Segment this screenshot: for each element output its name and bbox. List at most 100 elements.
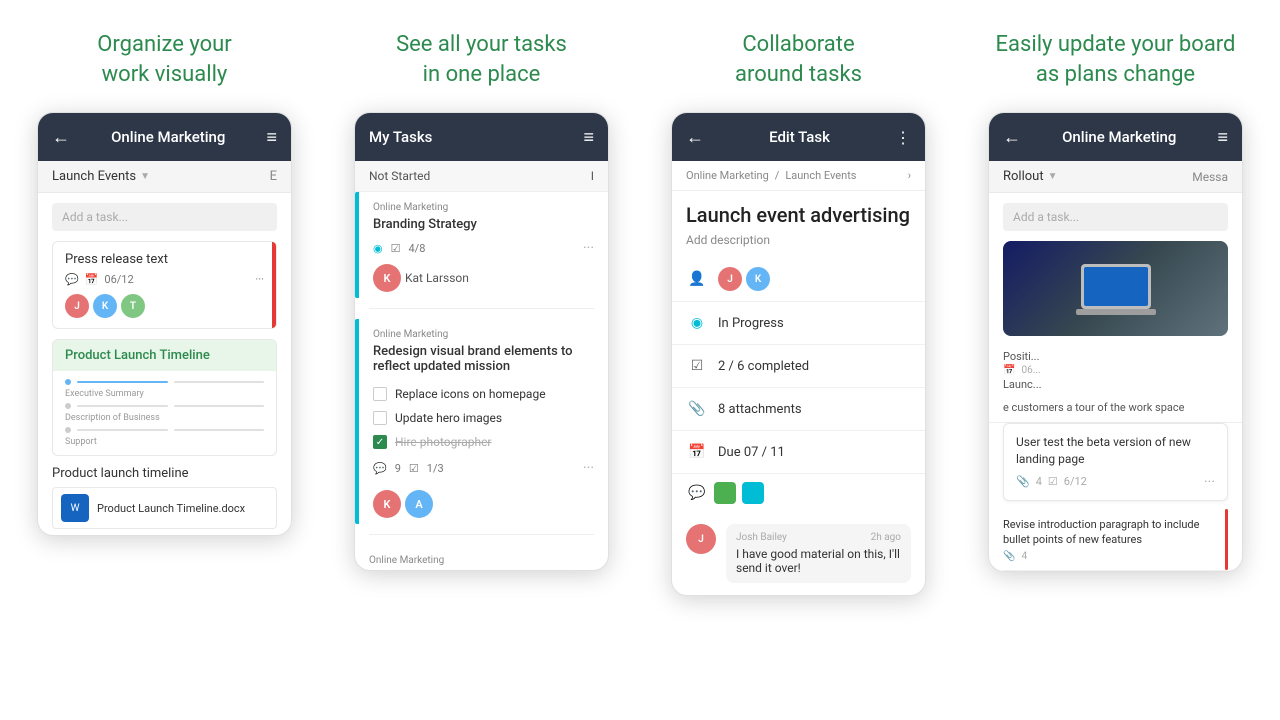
phone-collaborate-header: ← Edit Task ⋮ [672,113,925,161]
add-task-input[interactable]: Add a task... [52,203,277,231]
tl-label-1: Executive Summary [65,389,264,399]
not-started-header: Not Started I [355,161,608,192]
checkbox-3[interactable]: ✓ [373,435,387,449]
due-date-label: Due 07 / 11 [718,445,785,460]
comment-icon-2: 💬 [373,462,387,475]
position-label: Positi... [989,344,1242,365]
launch-event-title: Launch event advertising [672,191,925,231]
back-icon[interactable]: ← [52,127,70,148]
tl-row-1 [65,379,264,385]
redesign-avatar-2: A [405,490,433,518]
tl-label-3: Support [65,437,264,447]
redesign-task-row: Online Marketing Redesign visual brand e… [355,319,608,524]
page-wrapper: Organize your work visually ← Online Mar… [0,0,1280,720]
tl-line-3b [174,429,265,431]
feature-tasks: See all your tasks in one place My Tasks… [337,30,626,571]
launch-events-label[interactable]: Launch Events ▼ [52,169,150,184]
press-release-task[interactable]: Press release text 💬 📅 06/12 ··· J K T [52,241,277,329]
more-tasks: Online Marketing [355,545,608,566]
breadcrumb-sep: / [775,169,780,182]
comment-avatar: J [686,524,716,554]
redesign-task-name: Redesign visual brand elements to reflec… [373,344,594,374]
status-label: In Progress [718,316,784,331]
edit-task-title: Edit Task [769,128,830,146]
branding-task-row: Online Marketing Branding Strategy ◉ ☑ 4… [355,192,608,298]
phone-update-header: ← Online Marketing ≡ [989,113,1242,161]
subtask-1: Replace icons on homepage [373,382,594,406]
message-label: Messa [1192,170,1228,184]
subtask-list: Replace icons on homepage Update hero im… [359,382,608,454]
completed-label: 2 / 6 completed [718,359,809,374]
tl-line-2b [174,405,265,407]
tl-dot-3 [65,427,71,433]
update-menu-icon[interactable]: ≡ [1217,127,1228,148]
update-task-input[interactable]: Add a task... [1003,203,1228,231]
status-badge: In Progress [718,316,784,331]
tl-line-gray [174,381,265,383]
assignee-avatars: J K [718,267,770,291]
redesign-avatars: K A [359,490,608,518]
comment-item: J Josh Bailey 2h ago I have good materia… [686,524,911,583]
msg-count: 6/12 [1064,475,1087,488]
dots-icon[interactable]: ··· [255,273,264,286]
msg-title: User test the beta version of new landin… [1016,434,1215,468]
assignee-name: Kat Larsson [405,271,469,285]
subtask-label-2: Update hero images [395,411,502,425]
file-item[interactable]: W Product Launch Timeline.docx [52,487,277,529]
attachments-label: 8 attachments [718,402,802,417]
rollout-label[interactable]: Rollout ▼ [1003,169,1058,184]
subtask-meta: 💬 9 ☑ 1/3 [373,462,444,475]
back-icon-2[interactable]: ← [686,127,704,148]
msg-attachments: 4 [1036,475,1042,488]
phone-tasks: My Tasks ≡ Not Started I Online Marketin… [354,112,609,571]
branding-task-group: Online Marketing Branding Strategy ◉ ☑ 4… [359,192,608,298]
redesign-group: Online Marketing Redesign visual brand e… [359,319,608,524]
person-icon: 👤 [686,268,708,290]
calendar-icon-2: 📅 [686,441,708,463]
completed-row: ☑ 2 / 6 completed [672,345,925,388]
feature-title-tasks: See all your tasks in one place [396,30,567,90]
attach-icon: 📎 [1016,475,1030,488]
task-date: 06/12 [104,273,133,286]
tasks-menu-icon[interactable]: ≡ [583,127,594,148]
update-attach-icon: 📎 [1003,551,1015,562]
feature-title-organize: Organize your work visually [97,30,231,90]
menu-icon[interactable]: ≡ [266,127,277,148]
color-tag-cyan [742,482,764,504]
breadcrumb: Online Marketing / Launch Events › [672,161,925,191]
feature-title-collaborate: Collaborate around tasks [735,30,862,90]
breadcrumb-marketing: Online Marketing [686,169,769,182]
feature-title-update: Easily update your board as plans change [996,30,1236,90]
back-icon-3[interactable]: ← [1003,127,1021,148]
timeline-card: Product Launch Timeline Executive Summar… [52,339,277,456]
subtask-dots[interactable]: ··· [583,460,594,476]
tl-label-2: Description of Business [65,413,264,423]
comment-section: J Josh Bailey 2h ago I have good materia… [672,512,925,595]
docx-icon: W [61,494,89,522]
subheader-extra: E [270,169,277,184]
checkbox-1[interactable] [373,387,387,401]
tl-line-2 [77,405,168,407]
calendar-icon: 📅 [85,273,99,286]
msg-dots[interactable]: ··· [1204,474,1215,490]
task-source-3: Online Marketing [369,555,594,566]
breadcrumb-launch: Launch Events [785,169,856,182]
section-icon: I [591,169,594,183]
status-circle-icon: ◉ [686,312,708,334]
task-source-1: Online Marketing [373,202,594,213]
dots-icon-2[interactable]: ⋮ [895,128,911,147]
feature-collaborate: Collaborate around tasks ← Edit Task ⋮ O… [654,30,943,596]
phone-organize-title: Online Marketing [111,128,225,146]
check-icon: ☑ [391,242,401,255]
branding-dots[interactable]: ··· [583,240,594,256]
timeline-body: Executive Summary Description of Busines… [53,371,276,455]
date-label: 📅06... [989,365,1242,378]
image-card [1003,241,1228,336]
check-icon-3: ☑ [1048,475,1058,488]
add-description[interactable]: Add description [672,231,925,257]
update-task-meta: 📎 4 [1003,551,1218,562]
comment-text: I have good material on this, I'll send … [736,547,901,575]
phone-collaborate: ← Edit Task ⋮ Online Marketing / Launch … [671,112,926,596]
attachments-row: 📎 8 attachments [672,388,925,431]
checkbox-2[interactable] [373,411,387,425]
